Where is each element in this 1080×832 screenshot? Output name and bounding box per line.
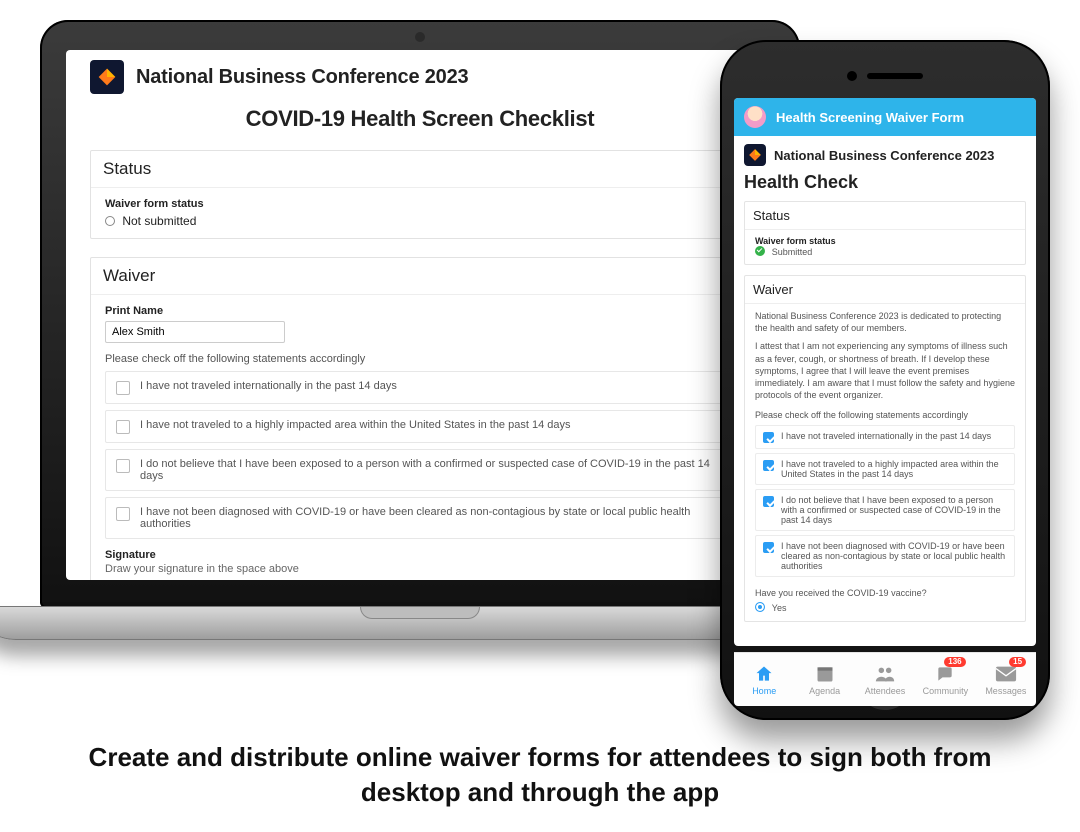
waiver-check-1[interactable]: I have not traveled internationally in t… <box>105 371 735 404</box>
mobile-status-panel: Status Waiver form status Submitted <box>744 201 1026 265</box>
waiver-panel-title: Waiver <box>91 258 749 295</box>
mobile-waiver-check-1-text: I have not traveled internationally in t… <box>781 431 991 443</box>
mobile-screen: Health Screening Waiver Form National Bu… <box>734 98 1036 646</box>
waiver-status-label: Waiver form status <box>105 198 735 210</box>
mobile-event-title: National Business Conference 2023 <box>774 148 994 163</box>
event-title: National Business Conference 2023 <box>136 66 468 89</box>
mobile-page-title: Health Check <box>744 172 1026 193</box>
phone-speaker <box>867 73 923 79</box>
event-logo <box>90 60 124 94</box>
mobile-waiver-intro1: National Business Conference 2023 is ded… <box>755 310 1015 334</box>
user-avatar[interactable] <box>744 106 766 128</box>
mobile-waiver-instruction: Please check off the following statement… <box>755 409 1015 421</box>
mobile-brand-row: National Business Conference 2023 <box>744 144 1026 166</box>
waiver-check-2[interactable]: I have not traveled to a highly impacted… <box>105 410 735 443</box>
checkbox-icon[interactable] <box>116 381 130 395</box>
mobile-status-text: Submitted <box>772 247 813 257</box>
laptop-lid: National Business Conference 2023 COVID-… <box>40 20 800 608</box>
radio-checked-icon[interactable] <box>755 602 765 612</box>
print-name-input[interactable] <box>105 321 285 343</box>
checkbox-icon[interactable] <box>116 420 130 434</box>
waiver-check-1-text: I have not traveled internationally in t… <box>140 380 397 392</box>
mobile-waiver-check-2-text: I have not traveled to a highly impacted… <box>781 459 1007 479</box>
laptop-mockup: National Business Conference 2023 COVID-… <box>40 20 800 640</box>
waiver-check-3[interactable]: I do not believe that I have been expose… <box>105 449 735 491</box>
vaccine-question: Have you received the COVID-19 vaccine? <box>755 587 1015 599</box>
mobile-header: Health Screening Waiver Form <box>734 98 1036 136</box>
laptop-trackpad-notch <box>360 607 480 619</box>
desktop-screen: National Business Conference 2023 COVID-… <box>66 50 774 580</box>
phone-top-bar <box>734 54 1036 98</box>
waiver-check-3-text: I do not believe that I have been expose… <box>140 458 724 482</box>
marketing-caption: Create and distribute online waiver form… <box>0 740 1080 810</box>
waiver-check-4[interactable]: I have not been diagnosed with COVID-19 … <box>105 497 735 539</box>
mobile-waiver-check-3-text: I do not believe that I have been expose… <box>781 495 1007 525</box>
mobile-header-title: Health Screening Waiver Form <box>776 110 964 125</box>
waiver-status-value: Not submitted <box>105 214 735 228</box>
status-unsubmitted-icon <box>105 216 115 226</box>
phone-mockup: Health Screening Waiver Form National Bu… <box>720 40 1050 720</box>
phone-camera <box>847 71 857 81</box>
event-logo <box>744 144 766 166</box>
status-panel: Status Waiver form status Not submitted <box>90 150 750 239</box>
laptop-camera <box>415 32 425 42</box>
status-submitted-icon <box>755 246 765 256</box>
checkbox-checked-icon[interactable] <box>763 496 774 507</box>
checkbox-checked-icon[interactable] <box>763 460 774 471</box>
waiver-check-4-text: I have not been diagnosed with COVID-19 … <box>140 506 724 530</box>
mobile-status-label: Waiver form status <box>755 236 1015 246</box>
checkbox-checked-icon[interactable] <box>763 432 774 443</box>
mobile-status-value: Submitted <box>755 246 1015 258</box>
waiver-status-text: Not submitted <box>122 214 196 228</box>
mobile-waiver-panel: Waiver National Business Conference 2023… <box>744 275 1026 621</box>
page-title: COVID-19 Health Screen Checklist <box>90 106 750 132</box>
signature-hint: Draw your signature in the space above <box>105 563 735 575</box>
checkbox-icon[interactable] <box>116 459 130 473</box>
desktop-brand-row: National Business Conference 2023 <box>90 60 750 94</box>
vaccine-yes-option[interactable]: Yes <box>755 602 1015 614</box>
mobile-waiver-check-4[interactable]: I have not been diagnosed with COVID-19 … <box>755 535 1015 577</box>
mobile-status-title: Status <box>745 202 1025 230</box>
checkbox-checked-icon[interactable] <box>763 542 774 553</box>
mobile-waiver-intro2: I attest that I am not experiencing any … <box>755 340 1015 401</box>
print-name-label: Print Name <box>105 305 735 317</box>
mobile-waiver-check-4-text: I have not been diagnosed with COVID-19 … <box>781 541 1007 571</box>
mobile-waiver-title: Waiver <box>745 276 1025 304</box>
status-panel-title: Status <box>91 151 749 188</box>
waiver-check-2-text: I have not traveled to a highly impacted… <box>140 419 570 431</box>
waiver-instruction: Please check off the following statement… <box>105 353 735 365</box>
checkbox-icon[interactable] <box>116 507 130 521</box>
vaccine-yes-label: Yes <box>772 603 787 613</box>
mobile-waiver-check-2[interactable]: I have not traveled to a highly impacted… <box>755 453 1015 485</box>
mobile-waiver-check-3[interactable]: I do not believe that I have been expose… <box>755 489 1015 531</box>
waiver-panel: Waiver Print Name Please check off the f… <box>90 257 750 580</box>
mobile-waiver-check-1[interactable]: I have not traveled internationally in t… <box>755 425 1015 449</box>
signature-label: Signature <box>105 549 735 561</box>
